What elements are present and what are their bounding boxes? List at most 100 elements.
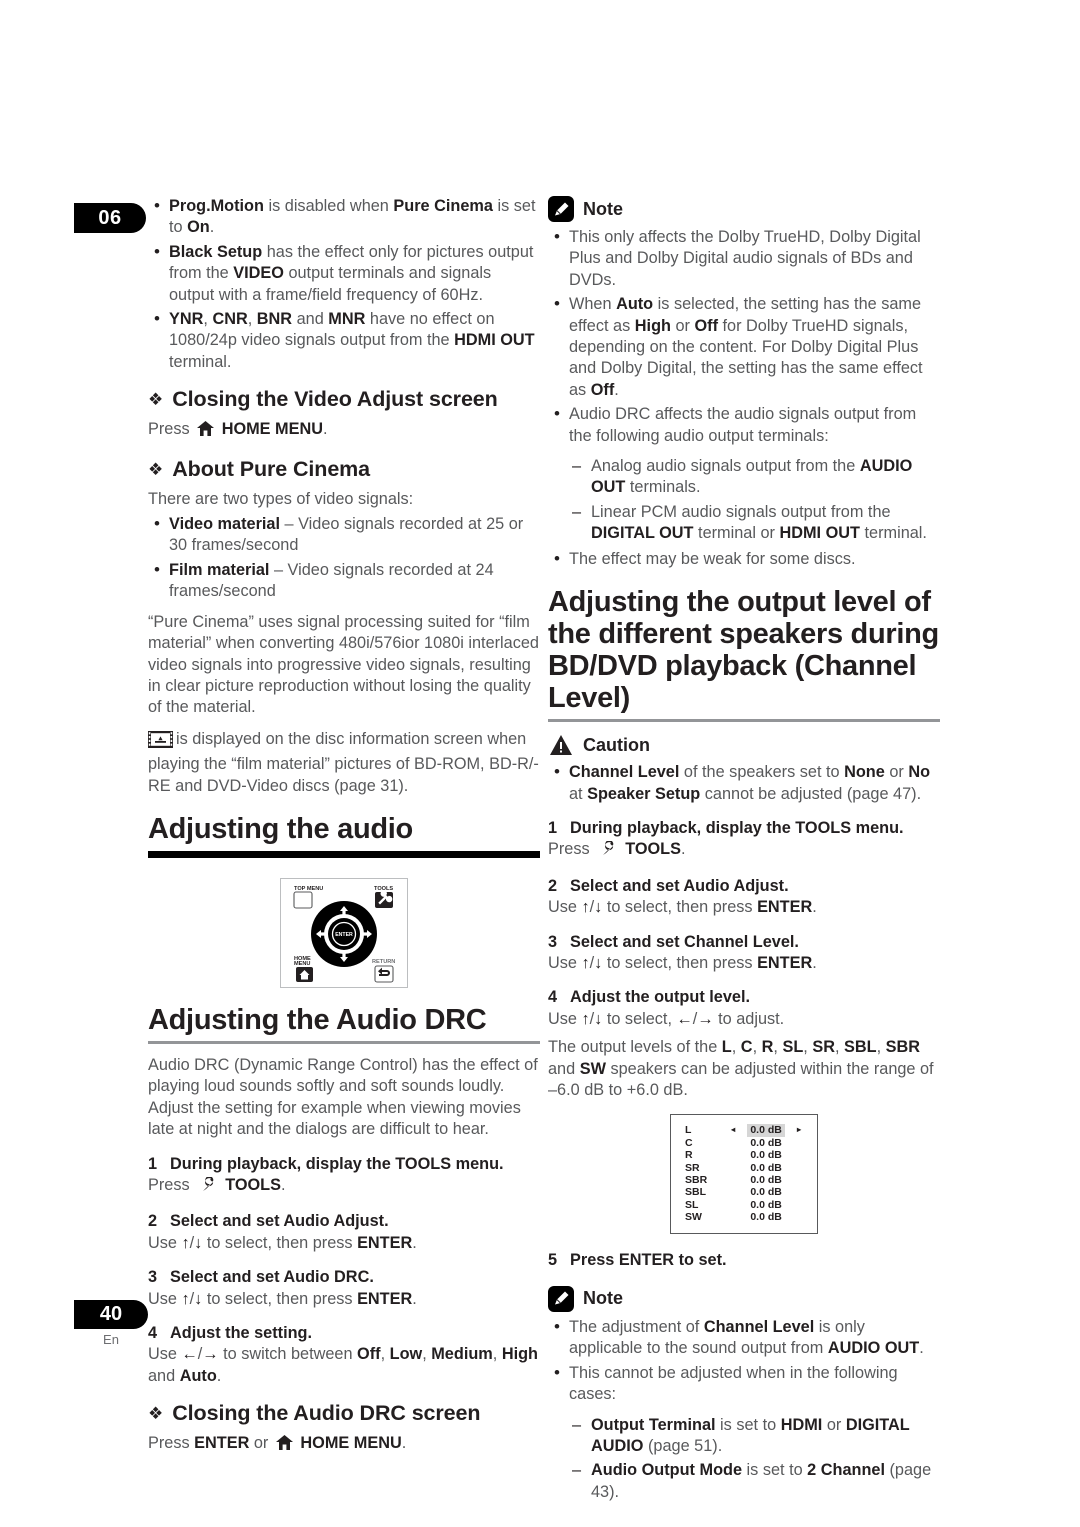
audio-drc-notes-list-end: The effect may be weak for some discs. [548, 548, 940, 570]
list-item: This only affects the Dolby TrueHD, Dolb… [548, 226, 940, 291]
remote-control-illustration: TOP MENU TOOLS ENTER HOME MENU RETURN [148, 877, 540, 988]
osd-value: 0.0 dB [750, 1211, 782, 1224]
caution-label: Caution [583, 734, 650, 755]
pure-cinema-intro: There are two types of video signals: [148, 489, 414, 508]
step-detail: Press TOOLS. [548, 839, 940, 862]
osd-value: 0.0 dB [750, 1161, 782, 1174]
language-code: En [103, 1332, 119, 1347]
osd-value: 0.0 dB [750, 1136, 782, 1149]
osd-channel: L [685, 1124, 692, 1137]
step-title: Select and set Audio Adjust. [570, 876, 789, 895]
page-number-tab: 40 [74, 1300, 148, 1329]
audio-drc-steps: 1 During playback, display the TOOLS men… [148, 1154, 540, 1388]
subheading-label: Closing the Video Adjust screen [172, 387, 498, 412]
list-item: Video material – Video signals recorded … [148, 513, 540, 557]
osd-row[interactable]: L ◂ 0.0 dB ▸ [685, 1124, 803, 1137]
step: 4 Adjust the setting. [148, 1323, 540, 1344]
press-label: Press [148, 420, 190, 439]
note-banner: Note [548, 1285, 940, 1312]
subheading-label: Closing the Audio DRC screen [172, 1401, 481, 1426]
diamond-bullet-icon: ❖ [148, 459, 164, 479]
step: 2 Select and set Audio Adjust. [148, 1211, 540, 1232]
caution-list: Channel Level of the speakers set to Non… [548, 761, 940, 805]
step-detail: Use ↑/↓ to select, then press ENTER. [548, 898, 817, 917]
pencil-note-icon [548, 1285, 574, 1312]
step-number: 2 [548, 876, 558, 895]
svg-text:TOP MENU: TOP MENU [294, 886, 323, 892]
title-rule [148, 850, 540, 858]
home-menu-icon [197, 421, 215, 442]
channel-level-exceptions-list: Output Terminal is set to HDMI or DIGITA… [548, 1415, 940, 1504]
list-item: YNR, CNR, BNR and MNR have no effect on … [148, 308, 540, 373]
increase-caret-icon[interactable]: ▸ [795, 1124, 803, 1136]
press-label: Press [148, 1434, 190, 1453]
channel-level-osd-wrapper: L ◂ 0.0 dB ▸ C 0.0 dB R 0.0 dB SR 0.0 dB… [548, 1114, 940, 1234]
or-label: or [253, 1434, 269, 1453]
closing-audio-drc-instruction: Press ENTER or HOME MENU. [148, 1433, 540, 1456]
osd-channel: SL [685, 1198, 699, 1211]
note-banner: Note [548, 196, 940, 222]
step-title: Select and set Audio DRC. [170, 1268, 374, 1287]
list-item: Output Terminal is set to HDMI or DIGITA… [570, 1415, 940, 1458]
step-title: During playback, display the TOOLS menu. [170, 1154, 504, 1173]
chapter-number: 06 [98, 206, 122, 229]
warning-triangle-icon [548, 733, 574, 757]
step-number: 3 [548, 932, 558, 951]
page-footer: 40 En [74, 1300, 148, 1347]
audio-drc-intro: Audio DRC (Dynamic Range Control) has th… [148, 1055, 538, 1139]
left-column: Prog.Motion is disabled when Pure Cinema… [148, 195, 540, 1467]
step: 2 Select and set Audio Adjust. [548, 876, 940, 897]
film-material-text: is displayed on the disc information scr… [148, 729, 539, 795]
osd-row[interactable]: R 0.0 dB [685, 1149, 803, 1161]
osd-row[interactable]: SR 0.0 dB [685, 1162, 803, 1174]
list-item: This cannot be adjusted when in the foll… [548, 1362, 940, 1406]
step-detail: Use ←/→ to switch between Off, Low, Medi… [148, 1345, 538, 1385]
decrease-caret-icon[interactable]: ◂ [729, 1124, 737, 1136]
page-title-adjusting-audio: Adjusting the audio [148, 812, 413, 845]
step-detail: Use ↑/↓ to select, then press ENTER. [148, 1233, 417, 1252]
osd-channel: SBL [685, 1186, 706, 1199]
osd-row[interactable]: C 0.0 dB [685, 1137, 803, 1149]
note-label: Note [583, 198, 623, 219]
subheading-closing-audio-drc: ❖ Closing the Audio DRC screen [148, 1401, 540, 1426]
film-material-indicator-paragraph: is displayed on the disc information scr… [148, 729, 540, 797]
osd-channel: SBR [685, 1173, 708, 1186]
period: . [323, 420, 328, 439]
step: 3 Select and set Audio DRC. [148, 1267, 540, 1288]
home-menu-icon [275, 1435, 293, 1456]
enter-label: ENTER [194, 1434, 250, 1453]
step-detail: Use ↑/↓ to select, then press ENTER. [548, 953, 817, 972]
period: . [401, 1434, 407, 1453]
section-rule [548, 719, 940, 723]
list-item: Linear PCM audio signals output from the… [570, 502, 940, 545]
osd-value: 0.0 dB [750, 1173, 782, 1186]
manual-page: 06 Prog.Motion is disabled when Pure Cin… [0, 0, 1080, 1527]
channel-level-steps: 1 During playback, display the TOOLS men… [548, 818, 940, 1030]
pure-cinema-description: “Pure Cinema” uses signal processing sui… [148, 612, 539, 717]
step: 4 Adjust the output level. [548, 987, 940, 1008]
osd-value: 0.0 dB [750, 1186, 782, 1199]
step-detail: Press TOOLS. [148, 1175, 540, 1198]
step-number: 4 [148, 1324, 158, 1342]
svg-text:RETURN: RETURN [372, 959, 395, 965]
subheading-closing-video-adjust: ❖ Closing the Video Adjust screen [148, 387, 540, 412]
osd-row[interactable]: SBR 0.0 dB [685, 1174, 803, 1186]
subheading-about-pure-cinema: ❖ About Pure Cinema [148, 457, 540, 482]
section-rule [148, 1040, 540, 1044]
svg-text:MENU: MENU [294, 961, 310, 967]
step-number: 2 [148, 1212, 158, 1231]
osd-row[interactable]: SL 0.0 dB [685, 1199, 803, 1211]
section-heading-channel-level: Adjusting the output level of the differ… [548, 586, 939, 715]
home-menu-label: HOME MENU [221, 420, 323, 439]
osd-row[interactable]: SW 0.0 dB [685, 1211, 803, 1223]
osd-row[interactable]: SBL 0.0 dB [685, 1186, 803, 1198]
step-title: Press ENTER to set. [570, 1250, 727, 1269]
diamond-bullet-icon: ❖ [148, 390, 164, 410]
step-number: 1 [148, 1154, 158, 1173]
channel-level-osd: L ◂ 0.0 dB ▸ C 0.0 dB R 0.0 dB SR 0.0 dB… [670, 1114, 818, 1234]
list-item: The effect may be weak for some discs. [548, 548, 940, 570]
list-item: Channel Level of the speakers set to Non… [548, 761, 940, 805]
chapter-number-tab: 06 [74, 203, 146, 233]
list-item: Prog.Motion is disabled when Pure Cinema… [148, 195, 540, 239]
list-item: Black Setup has the effect only for pict… [148, 241, 540, 306]
